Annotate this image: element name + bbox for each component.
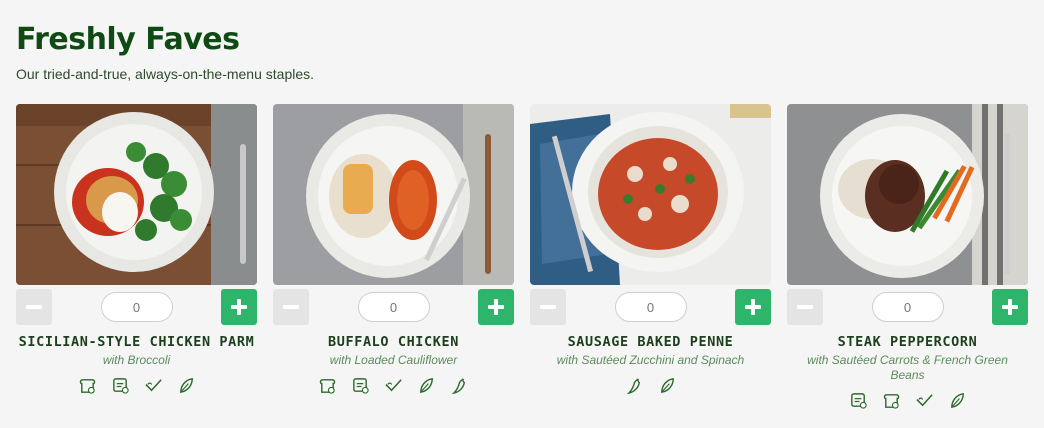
quantity-input[interactable] [614,292,687,322]
meal-side: with Sautéed Carrots & French Green Bean… [807,353,1008,382]
nutrition-label-icon [111,376,130,395]
checkmark-icon [915,391,934,410]
checkmark-icon [384,376,403,395]
decrease-quantity-button[interactable] [787,289,823,325]
meal-name[interactable]: SICILIAN-STYLE CHICKEN PARM [19,334,255,350]
meal-side: with Loaded Cauliflower [329,353,458,367]
section-title: Freshly Faves [16,22,240,57]
meal-name[interactable]: STEAK PEPPERCORN [838,334,978,350]
leaf-icon [177,376,196,395]
dietary-icons [318,376,469,395]
decrease-quantity-button[interactable] [273,289,309,325]
meal-name[interactable]: BUFFALO CHICKEN [328,334,459,350]
checkmark-icon [144,376,163,395]
increase-quantity-button[interactable] [735,289,771,325]
nutrition-label-icon [849,391,868,410]
meal-card: SAUSAGE BAKED PENNE with Sautéed Zucchin… [530,104,771,410]
nutrition-label-icon [351,376,370,395]
dietary-icons [78,376,196,395]
decrease-quantity-button[interactable] [16,289,52,325]
quantity-stepper [787,289,1028,325]
section-subtitle: Our tried-and-true, always-on-the-menu s… [16,66,315,82]
bread-icon [318,376,337,395]
meal-photo[interactable] [530,104,771,285]
meal-side: with Broccoli [102,353,171,367]
meal-card: STEAK PEPPERCORN with Sautéed Carrots & … [787,104,1028,410]
quantity-stepper [16,289,257,325]
dietary-icons [625,376,677,395]
meal-name[interactable]: SAUSAGE BAKED PENNE [568,334,734,350]
meal-side: with Sautéed Zucchini and Spinach [556,353,745,367]
meal-card-list: SICILIAN-STYLE CHICKEN PARM with Broccol… [16,104,1028,410]
quantity-input[interactable] [100,292,173,322]
dietary-icons [849,391,967,410]
leaf-icon [417,376,436,395]
quantity-stepper [530,289,771,325]
decrease-quantity-button[interactable] [530,289,566,325]
leaf-icon [658,376,677,395]
chili-icon [625,376,644,395]
increase-quantity-button[interactable] [221,289,257,325]
bread-icon [882,391,901,410]
quantity-stepper [273,289,514,325]
quantity-input[interactable] [357,292,430,322]
leaf-icon [948,391,967,410]
meal-card: BUFFALO CHICKEN with Loaded Cauliflower [273,104,514,410]
increase-quantity-button[interactable] [992,289,1028,325]
meal-photo[interactable] [787,104,1028,285]
bread-icon [78,376,97,395]
meal-photo[interactable] [273,104,514,285]
quantity-input[interactable] [871,292,944,322]
meal-photo[interactable] [16,104,257,285]
chili-icon [450,376,469,395]
meal-card: SICILIAN-STYLE CHICKEN PARM with Broccol… [16,104,257,410]
increase-quantity-button[interactable] [478,289,514,325]
